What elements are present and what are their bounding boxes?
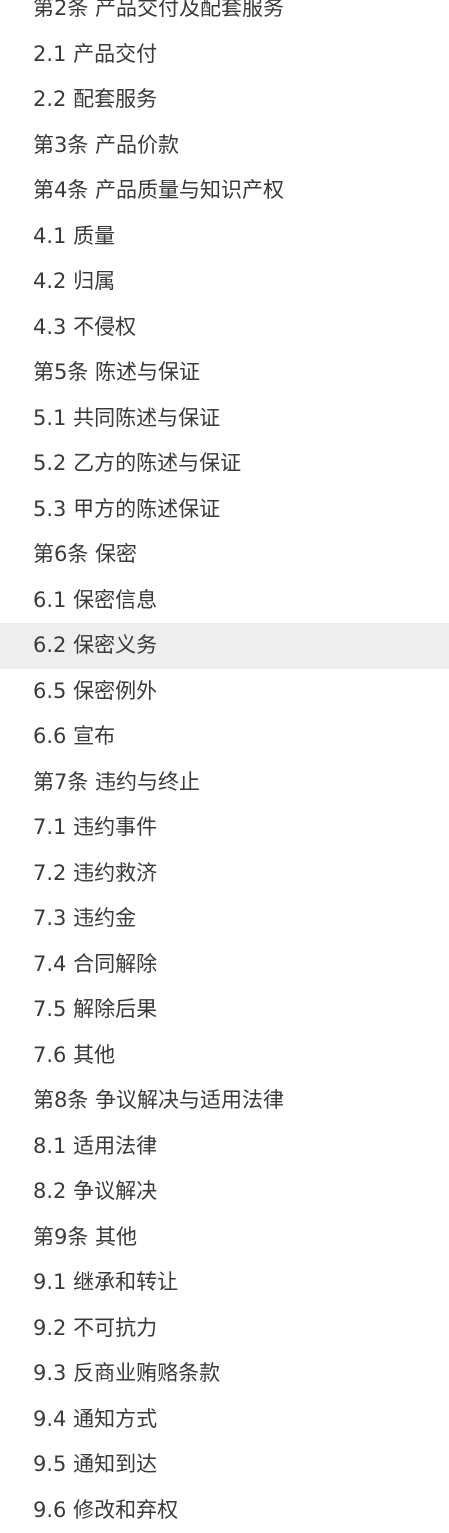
toc-item-9-5[interactable]: 9.5 通知到达 bbox=[0, 1442, 449, 1488]
toc-item-5-3[interactable]: 5.3 甲方的陈述保证 bbox=[0, 487, 449, 533]
toc-item-9[interactable]: 第9条 其他 bbox=[0, 1215, 449, 1261]
toc-item-5[interactable]: 第5条 陈述与保证 bbox=[0, 350, 449, 396]
toc-item-7-1[interactable]: 7.1 违约事件 bbox=[0, 805, 449, 851]
toc-item-9-1[interactable]: 9.1 继承和转让 bbox=[0, 1260, 449, 1306]
toc-item-8-2[interactable]: 8.2 争议解决 bbox=[0, 1169, 449, 1215]
toc-item-2-1[interactable]: 2.1 产品交付 bbox=[0, 32, 449, 78]
toc-item-7-4[interactable]: 7.4 合同解除 bbox=[0, 942, 449, 988]
toc-item-4-3[interactable]: 4.3 不侵权 bbox=[0, 305, 449, 351]
toc-item-6-1[interactable]: 6.1 保密信息 bbox=[0, 578, 449, 624]
toc-item-6-5[interactable]: 6.5 保密例外 bbox=[0, 669, 449, 715]
toc-item-9-3[interactable]: 9.3 反商业贿赂条款 bbox=[0, 1351, 449, 1397]
toc-item-4-1[interactable]: 4.1 质量 bbox=[0, 214, 449, 260]
toc-item-7-3[interactable]: 7.3 违约金 bbox=[0, 896, 449, 942]
toc-item-8-1[interactable]: 8.1 适用法律 bbox=[0, 1124, 449, 1170]
toc-item-9-2[interactable]: 9.2 不可抗力 bbox=[0, 1306, 449, 1352]
toc-item-2-2[interactable]: 2.2 配套服务 bbox=[0, 77, 449, 123]
toc-item-6-2[interactable]: 6.2 保密义务 bbox=[0, 623, 449, 669]
toc-item-3[interactable]: 第3条 产品价款 bbox=[0, 123, 449, 169]
toc-item-6-6[interactable]: 6.6 宣布 bbox=[0, 714, 449, 760]
table-of-contents: 第2条 产品交付及配套服务 2.1 产品交付 2.2 配套服务 第3条 产品价款… bbox=[0, 0, 449, 1533]
toc-item-9-4[interactable]: 9.4 通知方式 bbox=[0, 1397, 449, 1443]
toc-item-5-2[interactable]: 5.2 乙方的陈述与保证 bbox=[0, 441, 449, 487]
toc-item-8[interactable]: 第8条 争议解决与适用法律 bbox=[0, 1078, 449, 1124]
toc-item-7-5[interactable]: 7.5 解除后果 bbox=[0, 987, 449, 1033]
toc-item-9-6[interactable]: 9.6 修改和弃权 bbox=[0, 1488, 449, 1533]
toc-item-7[interactable]: 第7条 违约与终止 bbox=[0, 760, 449, 806]
toc-item-7-2[interactable]: 7.2 违约救济 bbox=[0, 851, 449, 897]
toc-item-7-6[interactable]: 7.6 其他 bbox=[0, 1033, 449, 1079]
toc-item-6[interactable]: 第6条 保密 bbox=[0, 532, 449, 578]
toc-item-5-1[interactable]: 5.1 共同陈述与保证 bbox=[0, 396, 449, 442]
toc-item-2[interactable]: 第2条 产品交付及配套服务 bbox=[0, 0, 449, 32]
toc-item-4-2[interactable]: 4.2 归属 bbox=[0, 259, 449, 305]
toc-item-4[interactable]: 第4条 产品质量与知识产权 bbox=[0, 168, 449, 214]
